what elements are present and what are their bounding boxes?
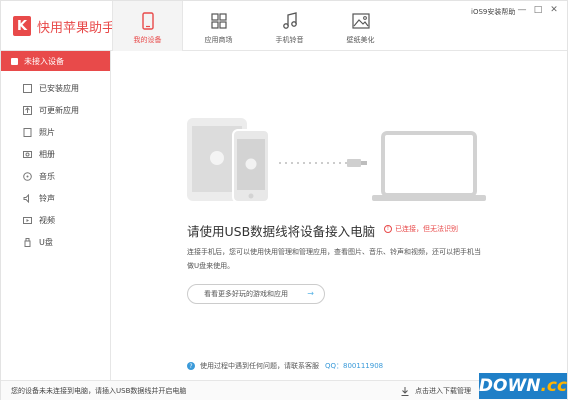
close-button[interactable]: ✕	[549, 5, 559, 15]
sidebar-item-installed-apps[interactable]: 已安装应用	[1, 77, 110, 99]
window-controls: — □ ✕	[517, 5, 559, 15]
wallpaper-icon	[351, 13, 370, 29]
tab-label: 壁纸美化	[346, 36, 375, 44]
sidebar-item-label: 照片	[39, 127, 55, 137]
sidebar-item-label: 已安装应用	[39, 83, 79, 93]
warning-icon: !	[384, 225, 392, 233]
download-manager-link[interactable]: 点击进入下载管理	[401, 386, 471, 396]
brand: K 快用苹果助手	[13, 15, 115, 37]
tab-label: 应用商场	[204, 36, 233, 44]
sidebar-item-ringtones[interactable]: 铃声	[1, 187, 110, 209]
installed-apps-icon	[23, 83, 32, 93]
sidebar-item-label: 相册	[39, 149, 55, 159]
status-message: 您的设备未未连接到电脑，请插入USB数据线并开启电脑	[11, 386, 187, 395]
device-status-icon	[11, 57, 18, 65]
sidebar-item-label: 音乐	[39, 171, 55, 181]
bell-icon	[23, 193, 32, 203]
sidebar-item-album[interactable]: 相册	[1, 143, 110, 165]
sidebar-item-label: 视频	[39, 215, 55, 225]
sidebar-item-updatable-apps[interactable]: 可更新应用	[1, 99, 110, 121]
more-games-apps-button[interactable]: 看看更多好玩的游戏和应用 →	[187, 284, 325, 304]
sidebar-item-music[interactable]: 音乐	[1, 165, 110, 187]
sidebar-item-usb-drive[interactable]: U盘	[1, 231, 110, 253]
brand-logo-icon: K	[13, 16, 31, 36]
watermark-text: DOWN	[478, 376, 541, 396]
sidebar-item-label: U盘	[39, 237, 53, 247]
main-tabs: 我的设备 应用商场 手机铃音 壁纸美化	[112, 1, 396, 51]
connect-description: 连接手机后，您可以使用快用管理和管理应用，查看图片、音乐、铃声和视频，还可以把手…	[187, 248, 481, 270]
watermark-suffix: .cc	[540, 376, 568, 396]
album-icon	[23, 150, 32, 159]
ios9-help-link[interactable]: iOS9安装帮助	[471, 7, 515, 17]
more-button-label: 看看更多好玩的游戏和应用	[204, 290, 288, 298]
arrow-right-icon: →	[307, 289, 314, 298]
device-icon	[141, 12, 154, 30]
usb-drive-icon	[23, 237, 32, 247]
update-icon	[23, 105, 32, 115]
video-icon	[23, 216, 32, 225]
music-icon	[23, 171, 32, 181]
sidebar: 未接入设备 已安装应用 可更新应用 照片 相册 音乐 铃声 视频 U盘	[1, 51, 111, 380]
sidebar-item-video[interactable]: 视频	[1, 209, 110, 231]
connect-device-illustration	[187, 118, 486, 203]
tab-ringtones[interactable]: 手机铃音	[254, 1, 325, 51]
sidebar-item-label: 可更新应用	[39, 105, 79, 115]
tab-app-store[interactable]: 应用商场	[183, 1, 254, 51]
main-panel: 请使用USB数据线将设备接入电脑 ! 已连接，但无法识别 连接手机后，您可以使用…	[111, 51, 567, 380]
site-watermark: DOWN .cc	[479, 373, 567, 399]
maximize-button[interactable]: □	[533, 5, 543, 15]
photo-icon	[23, 127, 32, 137]
tab-label: 我的设备	[133, 36, 162, 44]
cannot-recognize-link[interactable]: ! 已连接，但无法识别	[384, 224, 458, 234]
support-info: ? 使用过程中遇到任何问题，请联系客服 QQ：800111908	[187, 361, 383, 371]
app-window: K 快用苹果助手 我的设备 应用商场 手机铃音 壁纸美化 iOS9安装帮助 — …	[0, 0, 568, 400]
music-note-icon	[282, 12, 297, 29]
tab-label: 手机铃音	[275, 36, 304, 44]
support-text: 使用过程中遇到任何问题，请联系客服	[200, 362, 319, 370]
sidebar-item-photos[interactable]: 照片	[1, 121, 110, 143]
app-title: 快用苹果助手	[37, 20, 116, 36]
top-bar: K 快用苹果助手 我的设备 应用商场 手机铃音 壁纸美化 iOS9安装帮助 — …	[1, 1, 567, 51]
support-qq-link[interactable]: QQ：800111908	[325, 361, 383, 371]
apps-grid-icon	[210, 13, 227, 29]
sidebar-device-status[interactable]: 未接入设备	[1, 51, 110, 71]
connect-instruction-title: 请使用USB数据线将设备接入电脑	[187, 224, 376, 239]
tab-wallpaper[interactable]: 壁纸美化	[325, 1, 396, 51]
sidebar-header-label: 未接入设备	[24, 56, 64, 66]
hint-label: 已连接，但无法识别	[395, 225, 458, 233]
minimize-button[interactable]: —	[517, 5, 527, 15]
download-icon	[401, 386, 409, 396]
download-manager-label: 点击进入下载管理	[415, 387, 471, 395]
help-icon: ?	[187, 362, 195, 370]
tab-my-device[interactable]: 我的设备	[112, 1, 183, 51]
sidebar-item-label: 铃声	[39, 193, 55, 203]
